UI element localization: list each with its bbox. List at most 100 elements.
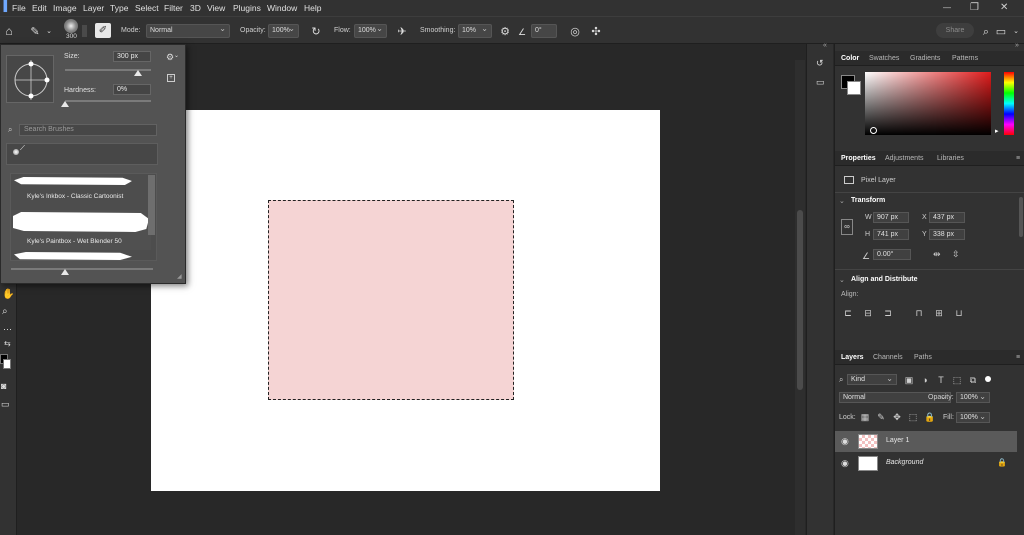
filter-toggle-icon[interactable] bbox=[985, 376, 991, 382]
swap-colors-icon[interactable]: ⇆ bbox=[4, 339, 11, 348]
share-button[interactable]: Share bbox=[936, 23, 974, 38]
layer-name[interactable]: Background bbox=[886, 459, 923, 466]
tab-patterns[interactable]: Patterns bbox=[952, 55, 978, 62]
smoothing-gear-icon[interactable]: ⚙ bbox=[498, 25, 512, 39]
more-tools-icon[interactable]: ⋯ bbox=[3, 324, 12, 335]
align-right-icon[interactable]: ⊐ bbox=[883, 308, 893, 318]
menu-help[interactable]: Help bbox=[304, 3, 321, 13]
smoothing-field[interactable]: 10% bbox=[458, 24, 492, 38]
properties-scrollbar[interactable] bbox=[1019, 197, 1023, 237]
collapse-icon[interactable]: « bbox=[823, 42, 827, 49]
align-top-icon[interactable]: ⊓ bbox=[914, 308, 924, 318]
menu-window[interactable]: Window bbox=[267, 3, 297, 13]
brush-list-scrollbar[interactable] bbox=[148, 175, 155, 235]
background-color-swatch[interactable] bbox=[847, 81, 861, 95]
x-field[interactable]: 437 px bbox=[929, 212, 965, 223]
hand-tool-icon[interactable]: ✋ bbox=[2, 289, 14, 300]
lock-all-icon[interactable]: 🔒 bbox=[924, 412, 935, 422]
layer-row-layer-1[interactable]: ◉ Layer 1 bbox=[835, 431, 1017, 452]
align-center-h-icon[interactable]: ⊟ bbox=[863, 308, 873, 318]
align-bottom-icon[interactable]: ⊔ bbox=[954, 308, 964, 318]
home-icon[interactable]: ⌂ bbox=[2, 24, 16, 38]
tab-gradients[interactable]: Gradients bbox=[910, 55, 940, 62]
layer-opacity-field[interactable]: 100% bbox=[956, 392, 990, 403]
menu-plugins[interactable]: Plugins bbox=[233, 3, 261, 13]
chevron-down-icon[interactable]: ⌄ bbox=[839, 276, 845, 284]
restore-icon[interactable]: ❐ bbox=[970, 2, 979, 13]
flow-field[interactable]: 100% bbox=[354, 24, 387, 38]
lock-artboard-icon[interactable]: ⬚ bbox=[908, 412, 918, 422]
menu-image[interactable]: Image bbox=[53, 3, 77, 13]
resize-handle-icon[interactable]: ◢ bbox=[177, 273, 182, 280]
brush-search-input[interactable]: Search Brushes bbox=[19, 124, 157, 136]
chevron-down-icon[interactable]: ⌄ bbox=[1009, 25, 1023, 39]
menu-layer[interactable]: Layer bbox=[83, 3, 104, 13]
brush-settings-icon[interactable]: ✐ bbox=[95, 23, 111, 38]
tab-properties[interactable]: Properties bbox=[841, 155, 876, 162]
panel-menu-icon[interactable]: ≡ bbox=[1016, 354, 1020, 361]
link-icon[interactable]: ∞ bbox=[841, 219, 853, 235]
rotation-field[interactable]: 0.00° bbox=[873, 249, 911, 260]
history-icon[interactable]: ↺ bbox=[816, 58, 824, 69]
pressure-opacity-icon[interactable]: ↻ bbox=[309, 25, 323, 39]
tab-channels[interactable]: Channels bbox=[873, 354, 903, 361]
background-color-swatch[interactable] bbox=[3, 359, 11, 369]
visibility-eye-icon[interactable]: ◉ bbox=[841, 458, 849, 469]
layer-filter-select[interactable]: Kind bbox=[847, 374, 897, 385]
color-field[interactable] bbox=[865, 72, 991, 135]
tab-paths[interactable]: Paths bbox=[914, 354, 932, 361]
pressure-size-icon[interactable]: ◎ bbox=[568, 25, 582, 39]
chevron-down-icon[interactable]: ⌄ bbox=[42, 25, 56, 39]
visibility-eye-icon[interactable]: ◉ bbox=[841, 436, 849, 447]
flip-horizontal-icon[interactable]: ⇹ bbox=[933, 249, 941, 260]
filter-smart-object-icon[interactable]: ⧉ bbox=[968, 375, 978, 385]
menu-view[interactable]: View bbox=[207, 3, 225, 13]
size-field[interactable]: 300 px bbox=[113, 51, 151, 62]
menu-3d[interactable]: 3D bbox=[190, 3, 201, 13]
scrollbar-thumb[interactable] bbox=[797, 210, 803, 390]
comments-icon[interactable]: ▭ bbox=[816, 77, 825, 88]
recent-brush-icon[interactable]: ⟋ bbox=[20, 145, 25, 153]
list-item[interactable]: Kyle's Inkbox - Classic Cartoonist bbox=[11, 174, 151, 214]
menu-filter[interactable]: Filter bbox=[164, 3, 183, 13]
opacity-field[interactable]: 100% bbox=[268, 24, 299, 38]
size-slider-thumb[interactable] bbox=[134, 70, 143, 76]
filter-adjustment-icon[interactable]: ◑ bbox=[920, 375, 930, 385]
search-icon[interactable]: ⌕ bbox=[979, 25, 993, 39]
panel-menu-icon[interactable]: ≡ bbox=[1016, 155, 1020, 162]
collapse-icon[interactable]: » bbox=[1015, 42, 1019, 49]
airbrush-icon[interactable]: ✈ bbox=[395, 25, 409, 39]
chevron-down-icon[interactable]: ⌄ bbox=[839, 197, 845, 205]
minimize-icon[interactable]: — bbox=[943, 3, 951, 12]
filter-pixel-icon[interactable]: ▣ bbox=[904, 375, 914, 385]
hardness-field[interactable]: 0% bbox=[113, 84, 151, 95]
hue-slider[interactable] bbox=[1004, 72, 1014, 135]
angle-field[interactable]: 0° bbox=[531, 24, 557, 38]
tab-color[interactable]: Color bbox=[841, 55, 859, 62]
marquee-selection[interactable] bbox=[268, 200, 514, 400]
tab-libraries[interactable]: Libraries bbox=[937, 155, 964, 162]
brush-angle-preview[interactable] bbox=[6, 55, 54, 103]
layer-name[interactable]: Layer 1 bbox=[886, 437, 909, 444]
new-preset-icon[interactable]: + bbox=[167, 74, 175, 82]
lock-position-icon[interactable]: ✥ bbox=[892, 412, 902, 422]
layer-fill-field[interactable]: 100% bbox=[956, 412, 990, 423]
width-field[interactable]: 907 px bbox=[873, 212, 909, 223]
hue-marker-icon[interactable]: ▸ bbox=[995, 127, 999, 135]
tab-adjustments[interactable]: Adjustments bbox=[885, 155, 924, 162]
chevron-down-icon[interactable]: ⌄ bbox=[174, 52, 179, 59]
tab-layers[interactable]: Layers bbox=[841, 354, 864, 361]
hardness-slider-thumb[interactable] bbox=[61, 101, 69, 107]
workspace-icon[interactable]: ▭ bbox=[994, 25, 1008, 39]
menu-edit[interactable]: Edit bbox=[32, 3, 47, 13]
filter-type-icon[interactable]: T bbox=[936, 375, 946, 385]
align-left-icon[interactable]: ⊏ bbox=[843, 308, 853, 318]
preview-size-slider-thumb[interactable] bbox=[61, 269, 69, 275]
brush-roundness-icon[interactable] bbox=[7, 56, 55, 104]
list-item[interactable]: Kyle's Paintbox - Wet Blender 50 bbox=[11, 210, 151, 250]
screen-mode-icon[interactable]: ▭ bbox=[1, 399, 10, 410]
lock-transparency-icon[interactable]: ▦ bbox=[860, 412, 870, 422]
height-field[interactable]: 741 px bbox=[873, 229, 909, 240]
menu-select[interactable]: Select bbox=[135, 3, 159, 13]
zoom-tool-icon[interactable]: ⌕ bbox=[2, 306, 8, 317]
